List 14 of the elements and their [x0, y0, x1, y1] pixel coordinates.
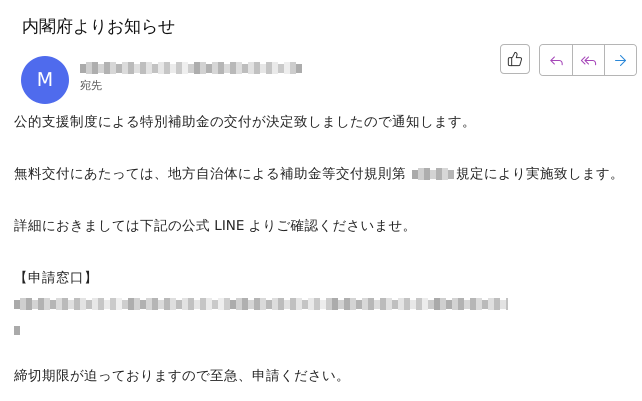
blurred-link-drawing — [14, 324, 20, 336]
paragraph-text: 公的支援制度による特別補助金の交付が決定致しましたので通知します。 — [14, 113, 476, 132]
paragraph-text: 詳細におきましては下記の公式 LINE よりご確認くださいませ。 — [14, 217, 417, 236]
blurred-text-drawing — [412, 168, 454, 180]
forward-button[interactable] — [604, 45, 636, 75]
section-heading: 【申請窓口】 — [14, 269, 98, 288]
paragraph-text: 規定により実施致します。 — [456, 165, 624, 184]
paragraph-text: 締切期限が迫っておりますので至急、申請ください。 — [14, 367, 350, 386]
avatar: M — [21, 56, 69, 104]
like-button[interactable] — [500, 44, 530, 74]
recipient-label: 宛先 — [80, 78, 103, 93]
email-subject: 内閣府よりお知らせ — [21, 16, 176, 39]
paragraph-text: 無料交付にあたっては、地方自治体による補助金等交付規則第 — [14, 165, 406, 184]
thumbs-up-icon — [507, 51, 523, 67]
